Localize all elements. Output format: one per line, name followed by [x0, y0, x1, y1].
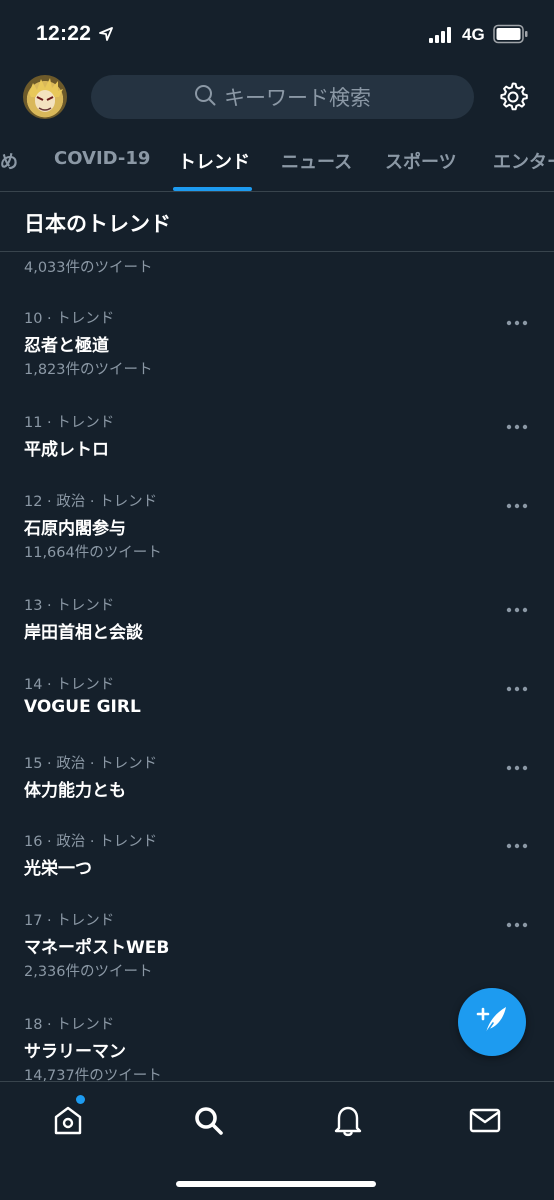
trend-meta: 11 · トレンド	[24, 415, 115, 431]
battery-icon	[493, 24, 529, 48]
header: キーワード検索	[0, 70, 554, 130]
trend-meta: 12 · 政治 · トレンド	[24, 494, 158, 510]
trend-name: マネーポストWEB	[24, 938, 170, 958]
trend-tweet-count: 4,033件のツイート	[24, 260, 153, 276]
divider	[0, 251, 554, 252]
trend-item[interactable]: 13 · トレンド 岸田首相と会談	[0, 594, 554, 684]
active-tab-indicator	[173, 187, 252, 191]
more-options-icon[interactable]	[506, 494, 528, 513]
notifications-tab[interactable]	[330, 1102, 370, 1138]
trend-meta: 17 · トレンド	[24, 913, 115, 929]
trend-name: 岸田首相と会談	[24, 623, 143, 643]
compose-tweet-icon	[474, 1002, 510, 1042]
trend-meta: 10 · トレンド	[24, 311, 115, 327]
compose-tweet-button[interactable]	[458, 988, 526, 1056]
search-placeholder: キーワード検索	[224, 86, 371, 110]
more-options-icon[interactable]	[506, 913, 528, 932]
trend-meta: 16 · 政治 · トレンド	[24, 834, 158, 850]
trend-meta: 18 · トレンド	[24, 1017, 115, 1033]
location-arrow-icon	[99, 26, 113, 45]
trend-tweet-count: 2,336件のツイート	[24, 964, 153, 980]
more-options-icon[interactable]	[506, 311, 528, 330]
trend-name: VOGUE GIRL	[24, 697, 141, 717]
unread-dot	[76, 1095, 85, 1104]
trend-meta: 14 · トレンド	[24, 677, 115, 693]
trend-item[interactable]: 17 · トレンド マネーポストWEB 2,336件のツイート	[0, 909, 554, 999]
explore-tabs: め COVID-19 トレンド ニュース スポーツ エンター	[0, 140, 554, 192]
trend-meta: 15 · 政治 · トレンド	[24, 756, 158, 772]
trend-name: 光栄一つ	[24, 859, 92, 879]
trend-name: 忍者と極道	[24, 336, 109, 356]
search-icon	[194, 84, 216, 110]
home-tab[interactable]	[50, 1102, 90, 1138]
trend-item[interactable]: 16 · 政治 · トレンド 光栄一つ	[0, 830, 554, 920]
trend-tweet-count: 1,823件のツイート	[24, 362, 153, 378]
tab-covid-19[interactable]: COVID-19	[54, 148, 150, 169]
trend-item[interactable]: 12 · 政治 · トレンド 石原内閣参与 11,664件のツイート	[0, 490, 554, 580]
trend-name: サラリーマン	[24, 1042, 126, 1062]
more-options-icon[interactable]	[506, 677, 528, 696]
trend-name: 体力能力とも	[24, 781, 126, 801]
trend-item[interactable]: 15 · 政治 · トレンド 体力能力とも	[0, 752, 554, 842]
settings-gear-icon[interactable]	[497, 81, 529, 117]
trend-meta: 13 · トレンド	[24, 598, 115, 614]
signal-icon	[429, 27, 453, 47]
bell-icon	[330, 1106, 366, 1142]
home-indicator	[176, 1181, 376, 1187]
trend-item[interactable]: 10 · トレンド 忍者と極道 1,823件のツイート	[0, 307, 554, 397]
avatar[interactable]	[23, 75, 67, 119]
trend-tweet-count: 11,664件のツイート	[24, 545, 162, 561]
more-options-icon[interactable]	[506, 415, 528, 434]
section-title: 日本のトレンド	[24, 212, 171, 236]
trend-item[interactable]: 11 · トレンド 平成レトロ	[0, 411, 554, 501]
more-options-icon[interactable]	[506, 598, 528, 617]
mail-icon	[467, 1108, 503, 1142]
more-options-icon[interactable]	[506, 756, 528, 775]
home-icon	[50, 1106, 86, 1142]
trend-name: 石原内閣参与	[24, 519, 126, 539]
messages-tab[interactable]	[467, 1102, 507, 1138]
status-bar: 12:22 4G	[0, 0, 554, 70]
tab-sports[interactable]: スポーツ	[385, 148, 457, 174]
search-icon	[190, 1107, 226, 1142]
search-input[interactable]: キーワード検索	[91, 75, 474, 119]
tab-news[interactable]: ニュース	[281, 148, 352, 174]
status-time: 12:22	[36, 22, 92, 45]
trend-item[interactable]: 14 · トレンド VOGUE GIRL	[0, 673, 554, 763]
more-options-icon[interactable]	[506, 834, 528, 853]
tab-entertainment[interactable]: エンター	[493, 148, 554, 174]
search-tab[interactable]	[190, 1102, 230, 1138]
trend-name: 平成レトロ	[24, 440, 109, 460]
tab-trends[interactable]: トレンド	[178, 148, 250, 174]
network-label: 4G	[462, 25, 485, 44]
tab-recommended[interactable]: め	[0, 148, 18, 174]
